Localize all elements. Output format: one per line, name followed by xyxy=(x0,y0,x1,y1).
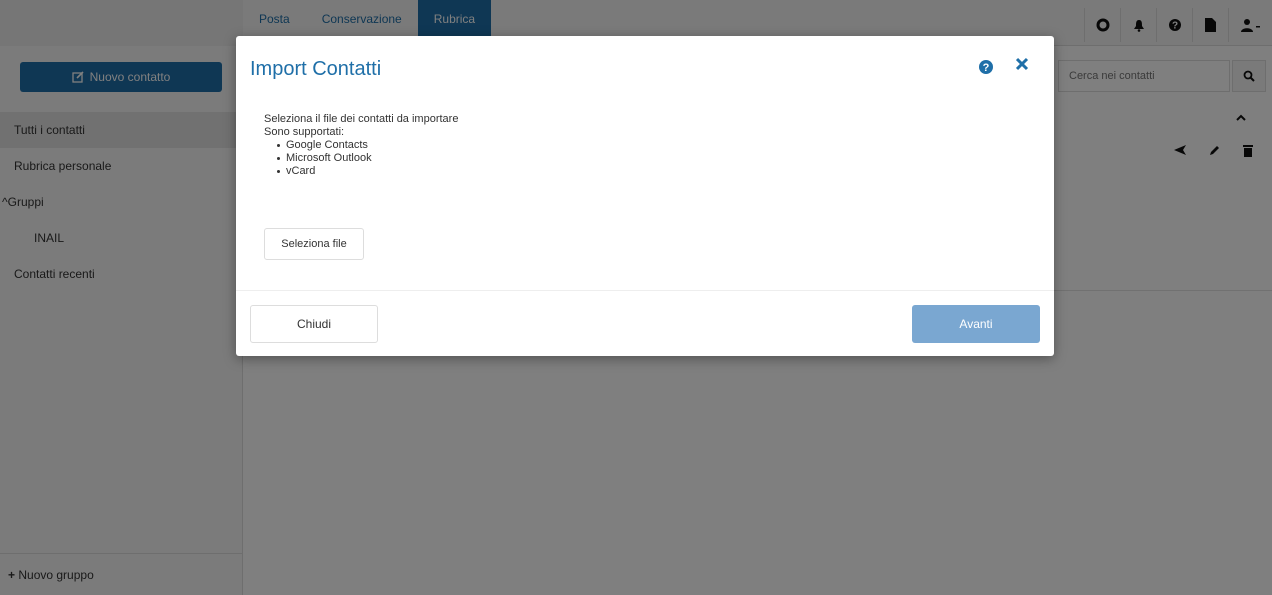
dialog-body: Seleziona il file dei contatti da import… xyxy=(264,113,1024,178)
dialog-title: Import Contatti xyxy=(250,58,382,80)
close-button[interactable]: Chiudi xyxy=(250,305,378,343)
next-button[interactable]: Avanti xyxy=(912,305,1040,343)
intro-text: Seleziona il file dei contatti da import… xyxy=(264,113,459,125)
select-file-button[interactable]: Seleziona file xyxy=(264,228,364,260)
import-contacts-dialog: Import Contatti ? Seleziona il file dei … xyxy=(236,36,1054,356)
footer-divider xyxy=(236,290,1054,291)
supported-label: Sono supportati: xyxy=(264,126,345,138)
svg-text:?: ? xyxy=(983,62,990,74)
list-item: vCard xyxy=(277,165,1024,178)
list-item: Google Contacts xyxy=(277,139,1024,152)
close-icon[interactable] xyxy=(1014,56,1030,72)
list-item: Microsoft Outlook xyxy=(277,152,1024,165)
help-icon[interactable]: ? xyxy=(978,59,994,75)
supported-formats-list: Google Contacts Microsoft Outlook vCard xyxy=(277,139,1024,178)
